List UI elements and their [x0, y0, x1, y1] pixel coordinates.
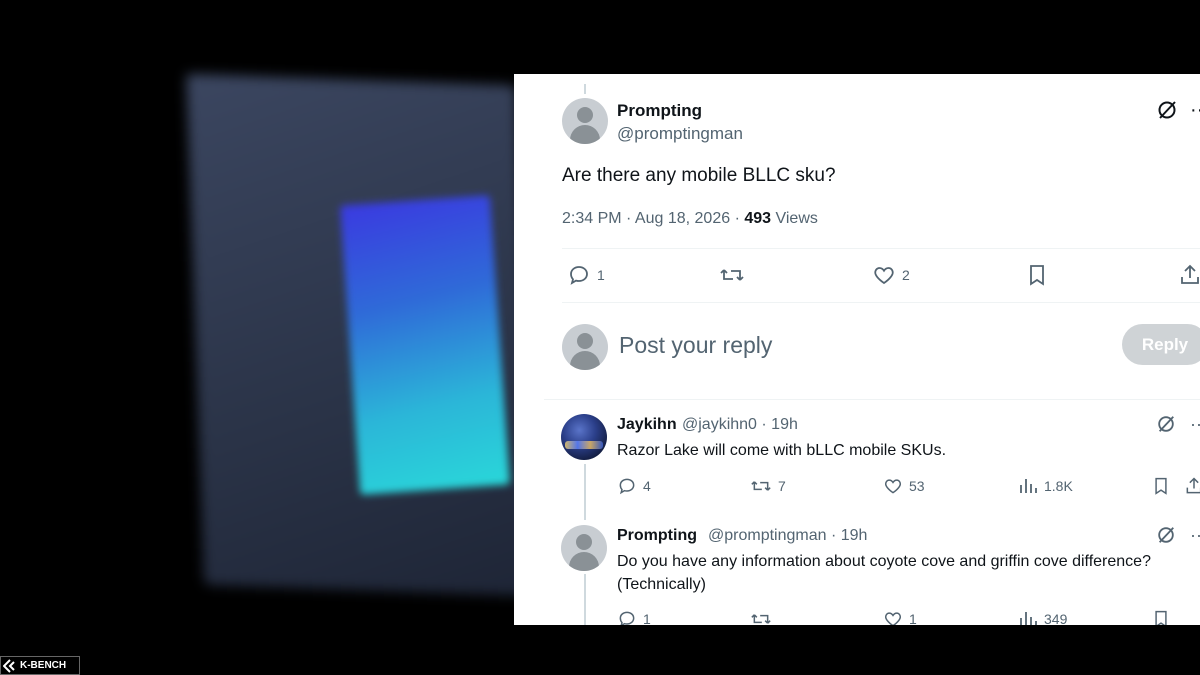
post-author-name[interactable]: Prompting — [617, 101, 702, 121]
views-icon — [1020, 479, 1037, 493]
bookmark-action[interactable] — [1152, 609, 1170, 625]
like-count: 2 — [902, 267, 910, 283]
composer-avatar — [562, 324, 608, 370]
reply-icon — [619, 611, 635, 625]
post-views-label: Views — [771, 210, 818, 227]
views-action[interactable]: 1.8K — [1018, 476, 1073, 496]
more-icon[interactable]: ··· — [1190, 414, 1200, 435]
repost-action[interactable] — [750, 609, 772, 625]
bookmark-action[interactable] — [1026, 263, 1048, 287]
repost-count: 7 — [778, 478, 786, 494]
share-icon — [1186, 477, 1200, 494]
grok-icon[interactable] — [1156, 525, 1176, 550]
thread-line — [584, 464, 586, 520]
share-action[interactable] — [1184, 476, 1200, 496]
reply-action[interactable]: 1 — [617, 609, 651, 625]
bookmark-icon — [1030, 265, 1044, 286]
reply-action[interactable]: 4 — [617, 476, 651, 496]
reply-author-handle[interactable]: @jaykihn0 · 19h — [682, 416, 798, 434]
like-icon — [884, 479, 902, 494]
thread-connector-top — [584, 84, 586, 94]
reply-author-handle[interactable]: @promptingman · 19h — [708, 527, 867, 545]
reply-text-line2: (Technically) — [617, 576, 706, 593]
watermark-text: K-BENCH — [20, 660, 67, 671]
divider — [562, 248, 1200, 249]
tweet-panel: Prompting @promptingman ··· Are there an… — [514, 74, 1200, 625]
reply-text: Razor Lake will come with bLLC mobile SK… — [617, 442, 947, 459]
thread-line — [584, 574, 586, 625]
repost-icon — [720, 269, 744, 281]
post-meta: 2:34 PM · Aug 18, 2026 · 493 Views — [562, 210, 818, 228]
post-author-handle[interactable]: @promptingman — [617, 124, 743, 144]
bookmark-icon — [1155, 610, 1167, 625]
background-chip-die — [340, 195, 510, 495]
more-icon[interactable]: ··· — [1190, 525, 1200, 546]
reply-author-name[interactable]: Prompting — [617, 527, 697, 545]
repost-action[interactable]: 7 — [750, 476, 786, 496]
views-count: 349 — [1044, 611, 1068, 625]
reply-author-name[interactable]: Jaykihn — [617, 416, 677, 434]
like-action[interactable]: 53 — [883, 476, 925, 496]
post-views-count: 493 — [744, 210, 772, 227]
repost-icon — [751, 614, 771, 624]
share-action[interactable] — [1178, 263, 1200, 287]
kbench-logo-icon — [3, 658, 15, 673]
reply-count: 1 — [597, 267, 605, 283]
reply-text-line1: Do you have any information about coyote… — [617, 553, 1151, 570]
bookmark-action[interactable] — [1152, 476, 1170, 496]
views-count: 1.8K — [1044, 478, 1073, 494]
reply-input[interactable]: Post your reply — [619, 332, 772, 359]
reply-count: 1 — [643, 611, 651, 625]
post-time[interactable]: 2:34 PM · Aug 18, 2026 · — [562, 210, 744, 227]
reply-text: Do you have any information about coyote… — [617, 550, 1151, 596]
like-count: 53 — [909, 478, 925, 494]
reply-icon — [570, 266, 588, 285]
watermark-logo: K-BENCH — [0, 656, 80, 675]
grok-icon[interactable] — [1156, 414, 1176, 439]
post-text: Are there any mobile BLLC sku? — [562, 165, 836, 186]
divider — [544, 399, 1200, 400]
reply-author-avatar[interactable] — [561, 525, 607, 571]
more-icon[interactable]: ··· — [1190, 99, 1200, 122]
grok-icon[interactable] — [1156, 99, 1178, 126]
like-count: 1 — [909, 611, 917, 625]
repost-icon — [751, 481, 771, 491]
like-icon — [884, 612, 902, 625]
reply-button[interactable]: Reply — [1122, 324, 1200, 365]
reply-action[interactable]: 1 — [567, 263, 605, 287]
like-action[interactable]: 2 — [872, 263, 910, 287]
reply-count: 4 — [643, 478, 651, 494]
repost-action[interactable] — [719, 263, 745, 287]
post-author-avatar[interactable] — [562, 98, 608, 144]
views-action[interactable]: 349 — [1018, 609, 1067, 625]
reply-icon — [619, 478, 635, 495]
views-icon — [1020, 612, 1037, 625]
reply-author-avatar[interactable] — [561, 414, 607, 460]
share-icon — [1181, 264, 1199, 284]
bookmark-icon — [1155, 477, 1167, 495]
like-action[interactable]: 1 — [883, 609, 917, 625]
divider — [562, 302, 1200, 303]
like-icon — [874, 267, 894, 285]
